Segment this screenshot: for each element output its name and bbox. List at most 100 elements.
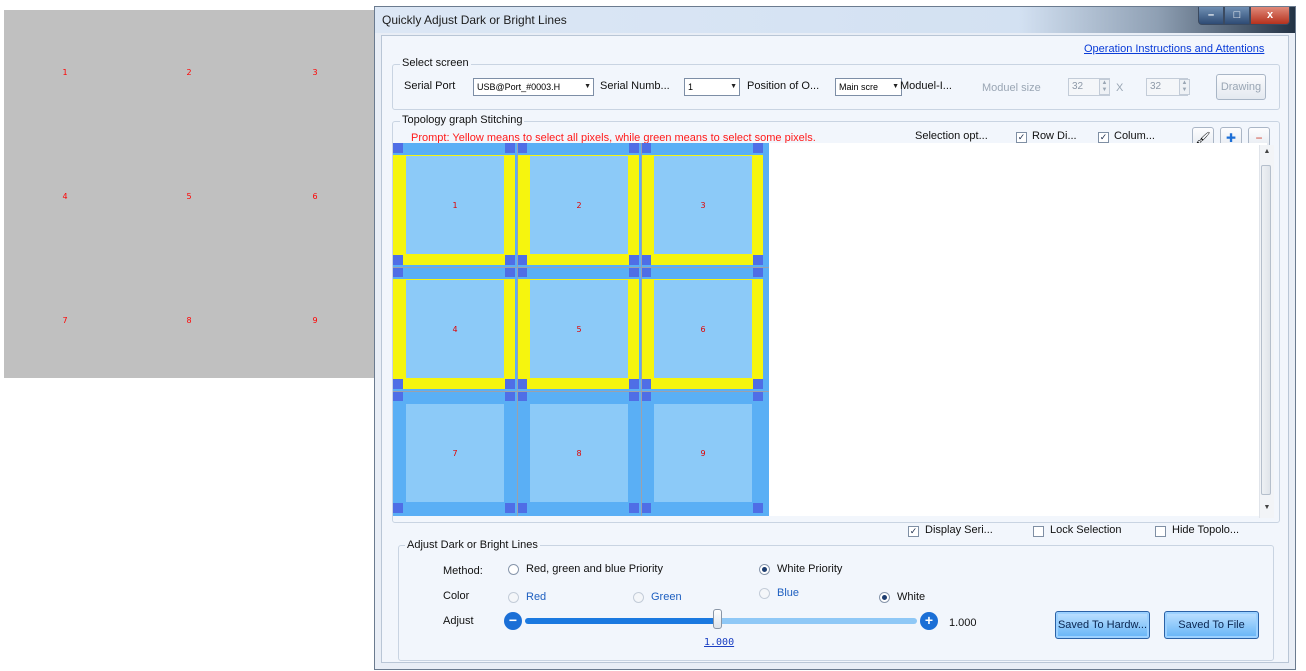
cell-number: 7 (452, 449, 458, 458)
hide-topology-checkbox[interactable] (1155, 526, 1166, 537)
corner-marker (393, 255, 403, 265)
chevron-down-icon: ▼ (584, 83, 591, 90)
slider-fill (525, 618, 717, 624)
dialog-window: Quickly Adjust Dark or Bright Lines – □ … (374, 6, 1296, 670)
cell-number: 5 (576, 325, 582, 334)
preview-number: 3 (312, 68, 318, 77)
color-white-radio[interactable] (879, 592, 890, 603)
corner-marker (629, 503, 639, 513)
preview-number: 8 (186, 316, 192, 325)
grid-line (641, 143, 642, 516)
preview-number: 4 (62, 192, 68, 201)
position-select[interactable]: Main scre ▼ (835, 78, 902, 96)
corner-marker (629, 255, 639, 265)
display-serial-checkbox[interactable]: ✓ (908, 526, 919, 537)
window-title: Quickly Adjust Dark or Bright Lines (382, 13, 567, 27)
grid-line (393, 267, 769, 268)
title-bar[interactable]: Quickly Adjust Dark or Bright Lines – □ … (375, 7, 1295, 33)
corner-marker (505, 267, 515, 277)
cell-number: 6 (700, 325, 706, 334)
preview-number: 2 (186, 68, 192, 77)
chevron-down-icon: ▼ (730, 83, 737, 90)
cell-number: 2 (576, 201, 582, 210)
adjust-legend: Adjust Dark or Bright Lines (405, 539, 540, 551)
corner-marker (517, 503, 527, 513)
corner-marker (393, 143, 403, 153)
corner-marker (517, 255, 527, 265)
lock-selection-checkbox[interactable] (1033, 526, 1044, 537)
corner-marker (753, 143, 763, 153)
corner-marker (753, 255, 763, 265)
corner-marker (641, 379, 651, 389)
corner-marker (629, 267, 639, 277)
corner-marker (505, 379, 515, 389)
corner-marker (505, 503, 515, 513)
instructions-link[interactable]: Operation Instructions and Attentions (1084, 43, 1264, 55)
slider-track (717, 618, 917, 624)
cell-number: 4 (452, 325, 458, 334)
corner-marker (505, 143, 515, 153)
topology-grid[interactable]: 1 2 3 4 5 6 7 8 9 (393, 143, 769, 516)
lock-selection-label: Lock Selection (1050, 524, 1122, 536)
cell-number: 3 (700, 201, 706, 210)
row-checkbox[interactable]: ✓ (1016, 132, 1027, 143)
cell-number: 9 (700, 449, 706, 458)
cell-number: 8 (576, 449, 582, 458)
position-label: Position of O... (747, 80, 820, 92)
serial-number-label: Serial Numb... (600, 80, 670, 92)
color-green-label: Green (651, 591, 682, 603)
corner-marker (393, 503, 403, 513)
corner-marker (753, 503, 763, 513)
row-label: Row Di... (1032, 130, 1077, 142)
increase-icon[interactable]: + (920, 612, 938, 630)
scroll-up-icon[interactable]: ▲ (1260, 145, 1274, 159)
scrollbar-thumb[interactable] (1261, 165, 1271, 495)
screen-preview: 1 2 3 4 5 6 7 8 9 (4, 10, 376, 378)
save-to-hardware-button[interactable]: Saved To Hardw... (1055, 611, 1150, 639)
serial-port-label: Serial Port (404, 80, 456, 92)
grid-line (517, 143, 518, 516)
topology-legend: Topology graph Stitching (400, 114, 525, 126)
module-size-label: Moduel size (982, 82, 1041, 94)
serial-number-select[interactable]: 1 ▼ (684, 78, 740, 96)
method-label: Method: (443, 565, 483, 577)
corner-marker (517, 391, 527, 401)
corner-marker (393, 267, 403, 277)
preview-number: 9 (312, 316, 318, 325)
column-checkbox[interactable]: ✓ (1098, 132, 1109, 143)
corner-marker (641, 143, 651, 153)
corner-marker (629, 379, 639, 389)
close-button[interactable]: x (1250, 7, 1290, 25)
adjust-label: Adjust (443, 615, 474, 627)
color-red-label: Red (526, 591, 547, 603)
color-label: Color (443, 590, 470, 602)
serial-port-select[interactable]: USB@Port_#0003.H ▼ (473, 78, 594, 96)
cell-number: 1 (452, 201, 458, 210)
scroll-down-icon[interactable]: ▼ (1260, 501, 1274, 515)
spin-arrows-icon[interactable]: ▲ ▼ (1179, 79, 1190, 95)
drawing-button[interactable]: Drawing (1216, 74, 1266, 100)
hide-topology-label: Hide Topolo... (1172, 524, 1240, 536)
corner-marker (753, 391, 763, 401)
corner-marker (629, 391, 639, 401)
maximize-button[interactable]: □ (1224, 7, 1250, 25)
minimize-button[interactable]: – (1198, 7, 1224, 25)
color-blue-radio[interactable] (759, 588, 770, 599)
corner-marker (753, 267, 763, 277)
times-label: X (1116, 82, 1124, 94)
corner-marker (517, 379, 527, 389)
grid-line (393, 391, 769, 392)
adjust-slider[interactable] (525, 609, 917, 629)
corner-marker (629, 143, 639, 153)
corner-marker (517, 143, 527, 153)
color-green-radio[interactable] (633, 592, 644, 603)
method-white-radio[interactable] (759, 564, 770, 575)
method-rgb-radio[interactable] (508, 564, 519, 575)
slider-handle[interactable] (713, 609, 722, 629)
color-white-label: White (897, 591, 926, 603)
corner-marker (641, 391, 651, 401)
spin-arrows-icon[interactable]: ▲ ▼ (1099, 79, 1110, 95)
decrease-icon[interactable]: − (504, 612, 522, 630)
save-to-file-button[interactable]: Saved To File (1164, 611, 1259, 639)
color-red-radio[interactable] (508, 592, 519, 603)
